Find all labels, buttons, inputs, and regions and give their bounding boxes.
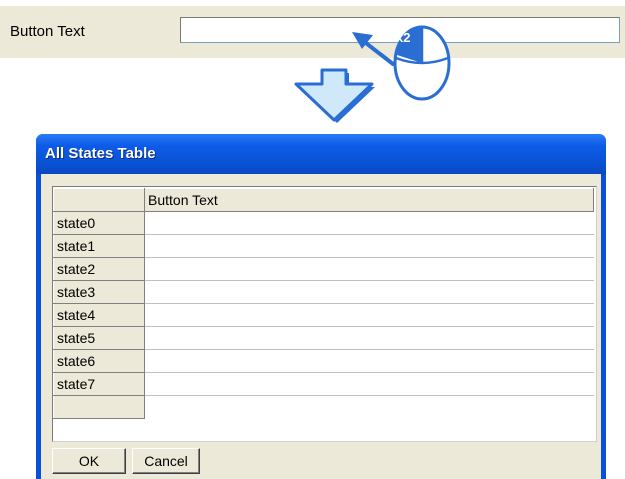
button-text-cell[interactable] <box>144 280 594 304</box>
button-text-cell[interactable] <box>144 349 594 373</box>
table-row: state7 <box>53 372 594 396</box>
button-text-cell[interactable] <box>144 211 594 235</box>
table-row: state4 <box>53 303 594 327</box>
row-header[interactable]: state4 <box>53 303 145 327</box>
button-text-cell[interactable] <box>144 326 594 350</box>
down-arrow-icon <box>294 68 375 123</box>
table-row: state6 <box>53 349 594 373</box>
table-row: state3 <box>53 280 594 304</box>
all-states-table-dialog: All States Table Button Text state0 stat… <box>36 134 606 479</box>
button-text-cell[interactable] <box>144 303 594 327</box>
cell-filler <box>144 395 594 419</box>
dialog-title: All States Table <box>45 145 156 162</box>
row-header[interactable]: state2 <box>53 257 145 281</box>
corner-header-cell <box>53 188 145 212</box>
pointer-arrow-icon <box>352 32 395 66</box>
table-row: state5 <box>53 326 594 350</box>
dialog-body: Button Text state0 state1 state2 state3 … <box>41 174 601 479</box>
column-header-button-text[interactable]: Button Text <box>144 188 594 212</box>
grid-filler-row <box>53 395 594 419</box>
double-click-badge: x2 <box>396 30 411 45</box>
row-header[interactable]: state3 <box>53 280 145 304</box>
button-text-cell[interactable] <box>144 372 594 396</box>
row-header[interactable]: state5 <box>53 326 145 350</box>
row-header[interactable]: state1 <box>53 234 145 258</box>
table-row: state1 <box>53 234 594 258</box>
row-header[interactable]: state0 <box>53 211 145 235</box>
table-row: state0 <box>53 211 594 235</box>
button-text-cell[interactable] <box>144 234 594 258</box>
row-header[interactable]: state6 <box>53 349 145 373</box>
states-grid: Button Text state0 state1 state2 state3 … <box>52 186 597 442</box>
states-table: Button Text state0 state1 state2 state3 … <box>53 188 594 419</box>
dialog-titlebar[interactable]: All States Table <box>36 134 606 174</box>
table-row: state2 <box>53 257 594 281</box>
cancel-button[interactable]: Cancel <box>132 448 200 474</box>
row-header[interactable]: state7 <box>53 372 145 396</box>
header-row: Button Text <box>53 188 594 212</box>
ok-button[interactable]: OK <box>52 448 126 474</box>
row-header-filler <box>53 395 145 419</box>
button-text-cell[interactable] <box>144 257 594 281</box>
